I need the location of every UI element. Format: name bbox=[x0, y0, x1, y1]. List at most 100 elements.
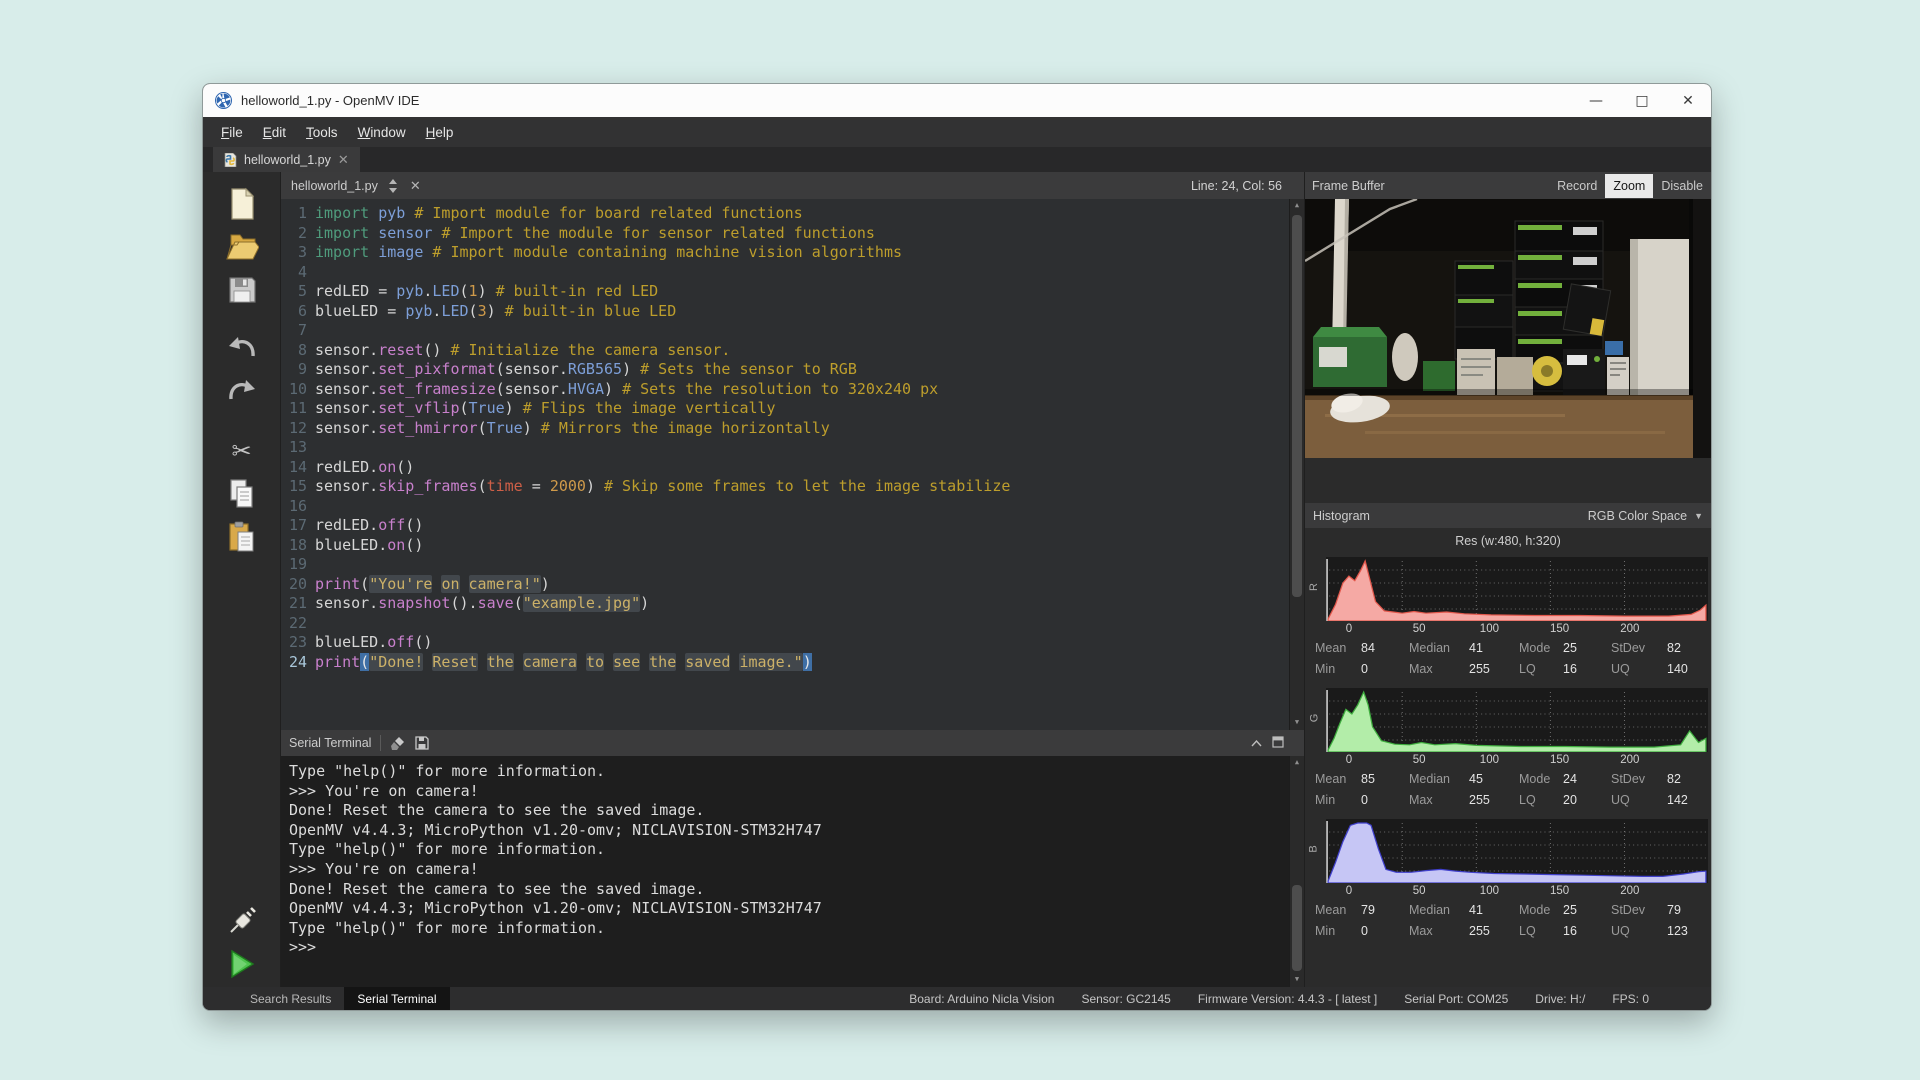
maximize-button[interactable]: □ bbox=[1619, 84, 1665, 117]
code-editor[interactable]: 1import pyb # Import module for board re… bbox=[281, 199, 1304, 730]
code-line-17: 17redLED.off() bbox=[281, 516, 1304, 536]
code-token: on bbox=[378, 458, 396, 476]
stat-value-uq: 140 bbox=[1667, 662, 1711, 676]
terminal-line-9: Type "help()" for more information. bbox=[289, 919, 1304, 939]
code-line-22: 22 bbox=[281, 614, 1304, 634]
stat-label-mode: Mode bbox=[1519, 903, 1563, 917]
menu-item-file[interactable]: File bbox=[211, 121, 253, 144]
code-token: set_framesize bbox=[378, 380, 495, 398]
openmv-logo-icon bbox=[215, 92, 232, 109]
save-file-button[interactable] bbox=[220, 270, 264, 310]
line-number: 3 bbox=[281, 243, 307, 263]
code-token: ( bbox=[360, 575, 369, 593]
channel-label-b: B bbox=[1308, 845, 1320, 852]
stats-row: Min0Max255LQ16UQ123 bbox=[1305, 920, 1711, 941]
redo-arrow-icon bbox=[226, 379, 258, 405]
menu-item-window[interactable]: Window bbox=[348, 121, 416, 144]
code-token: redLED = bbox=[315, 282, 396, 300]
line-number: 13 bbox=[281, 438, 307, 458]
code-token bbox=[478, 653, 487, 671]
menu-item-help[interactable]: Help bbox=[416, 121, 464, 144]
save-log-button[interactable] bbox=[415, 736, 429, 750]
zoom-button[interactable]: Zoom bbox=[1605, 174, 1653, 198]
scroll-down-icon[interactable]: ▼ bbox=[1290, 716, 1304, 730]
editor-scrollbar[interactable]: ▲ ▼ bbox=[1289, 199, 1304, 730]
code-token: redLED. bbox=[315, 458, 378, 476]
collapse-panel-icon[interactable] bbox=[1251, 736, 1262, 750]
code-token: pyb bbox=[405, 302, 432, 320]
main-content: ✂ bbox=[203, 172, 1711, 987]
redo-button[interactable] bbox=[220, 372, 264, 412]
paste-button[interactable] bbox=[220, 517, 264, 557]
code-token: () bbox=[423, 341, 450, 359]
scroll-up-icon[interactable]: ▲ bbox=[1290, 199, 1304, 213]
record-button[interactable]: Record bbox=[1549, 174, 1605, 198]
clear-terminal-button[interactable] bbox=[390, 736, 405, 751]
code-token: # Import module containing machine visio… bbox=[432, 243, 902, 261]
tab-helloworld[interactable]: helloworld_1.py ✕ bbox=[213, 147, 360, 172]
python-file-icon bbox=[224, 153, 237, 167]
camera-preview-scene bbox=[1305, 199, 1693, 458]
line-number: 16 bbox=[281, 497, 307, 517]
code-token: saved bbox=[685, 653, 730, 671]
stat-value-mode: 24 bbox=[1563, 772, 1611, 786]
code-token: ) bbox=[523, 419, 541, 437]
stats-row: Mean84Median41Mode25StDev82 bbox=[1305, 637, 1711, 658]
code-token: # Skip some frames to let the image stab… bbox=[604, 477, 1010, 495]
stat-value-median: 41 bbox=[1469, 641, 1519, 655]
file-switcher-icon[interactable] bbox=[388, 179, 398, 193]
editor-scroll-thumb[interactable] bbox=[1292, 215, 1302, 597]
document-tab-bar: helloworld_1.py ✕ bbox=[203, 147, 1711, 172]
frame-buffer-image[interactable] bbox=[1305, 199, 1711, 458]
code-token: (sensor. bbox=[496, 360, 568, 378]
titlebar: helloworld_1.py - OpenMV IDE — □ ✕ bbox=[203, 84, 1711, 117]
stat-label-stdev: StDev bbox=[1611, 772, 1667, 786]
code-line-23: 23blueLED.off() bbox=[281, 633, 1304, 653]
menu-item-edit[interactable]: Edit bbox=[253, 121, 296, 144]
stat-label-uq: UQ bbox=[1611, 662, 1667, 676]
menu-item-tools[interactable]: Tools bbox=[296, 121, 348, 144]
run-script-button[interactable] bbox=[220, 944, 264, 984]
minimize-button[interactable]: — bbox=[1573, 84, 1619, 117]
code-token: () bbox=[414, 633, 432, 651]
left-toolbar: ✂ bbox=[203, 172, 280, 987]
terminal-scroll-thumb[interactable] bbox=[1292, 885, 1302, 971]
open-file-button[interactable] bbox=[220, 227, 264, 267]
code-line-4: 4 bbox=[281, 263, 1304, 283]
close-button[interactable]: ✕ bbox=[1665, 84, 1711, 117]
copy-button[interactable] bbox=[220, 474, 264, 514]
terminal-scrollbar[interactable]: ▲ ▼ bbox=[1289, 756, 1304, 987]
connect-button[interactable] bbox=[220, 901, 264, 941]
code-token: ) bbox=[505, 399, 523, 417]
disable-button[interactable]: Disable bbox=[1653, 174, 1711, 198]
status-board: Board: Arduino Nicla Vision bbox=[909, 992, 1054, 1006]
stat-value-mode: 25 bbox=[1563, 641, 1611, 655]
code-token: LED bbox=[432, 282, 459, 300]
expand-panel-icon[interactable] bbox=[1272, 736, 1284, 751]
terminal-title: Serial Terminal bbox=[281, 736, 371, 750]
new-file-button[interactable] bbox=[220, 184, 264, 224]
x-axis-labels: 050100150200 bbox=[1326, 752, 1711, 768]
cut-button[interactable]: ✂ bbox=[220, 431, 264, 471]
tab-close-icon[interactable]: ✕ bbox=[338, 152, 349, 168]
openmv-ide-window: helloworld_1.py - OpenMV IDE — □ ✕ FileE… bbox=[202, 83, 1712, 1011]
scroll-up-icon[interactable]: ▲ bbox=[1290, 756, 1304, 770]
code-token: ( bbox=[478, 419, 487, 437]
code-token: # Import the module for sensor related f… bbox=[441, 224, 874, 242]
color-space-dropdown[interactable]: RGB Color Space ▼ bbox=[1588, 509, 1703, 523]
stat-value-max: 255 bbox=[1469, 793, 1519, 807]
status-tab-serial-terminal[interactable]: Serial Terminal bbox=[344, 987, 449, 1010]
histogram-title: Histogram bbox=[1313, 509, 1588, 523]
stat-label-median: Median bbox=[1409, 772, 1469, 786]
editor-close-icon[interactable]: ✕ bbox=[410, 178, 421, 194]
serial-terminal-output[interactable]: Type "help()" for more information.>>> Y… bbox=[281, 756, 1304, 987]
stat-label-uq: UQ bbox=[1611, 793, 1667, 807]
code-token: image bbox=[378, 243, 432, 261]
undo-arrow-icon bbox=[226, 336, 258, 362]
undo-button[interactable] bbox=[220, 329, 264, 369]
scroll-down-icon[interactable]: ▼ bbox=[1290, 973, 1304, 987]
status-tab-search-results[interactable]: Search Results bbox=[237, 987, 344, 1010]
code-token: # Sets the sensor to RGB bbox=[640, 360, 857, 378]
x-tick-0: 0 bbox=[1346, 754, 1352, 766]
code-token: image." bbox=[739, 653, 802, 671]
